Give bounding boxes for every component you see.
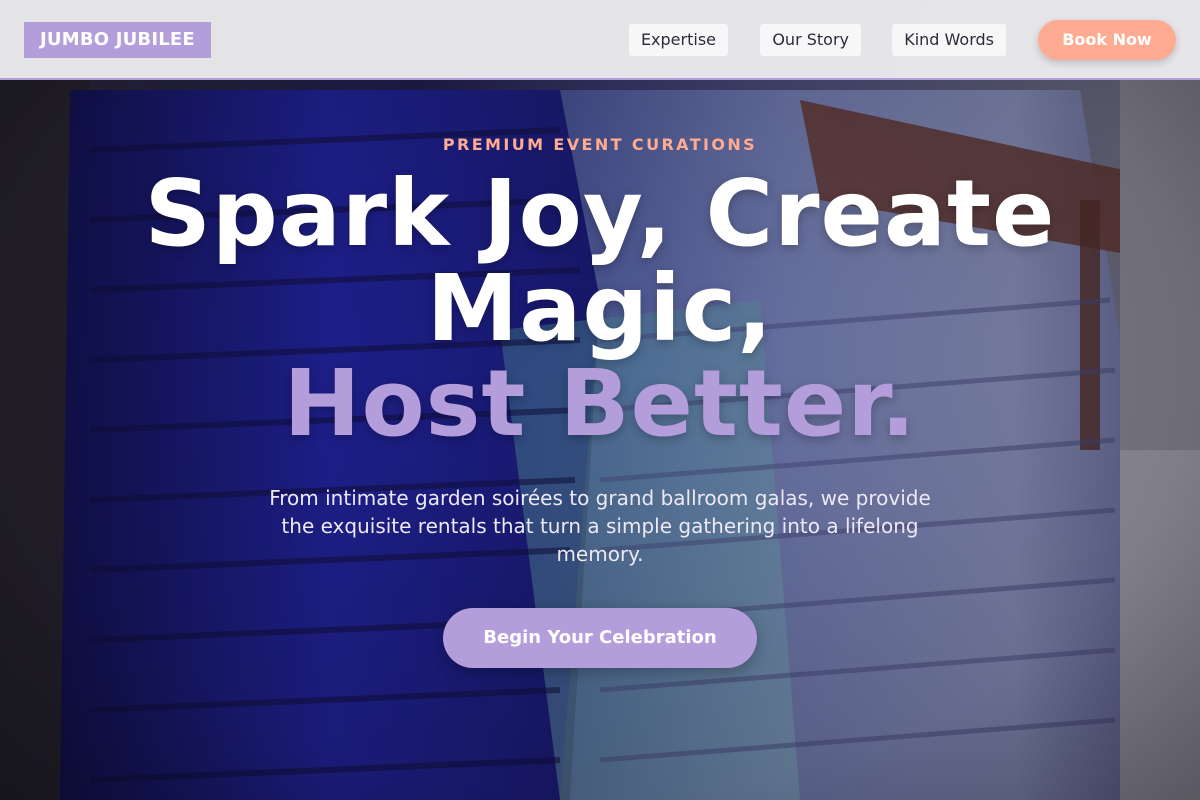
begin-celebration-button[interactable]: Begin Your Celebration xyxy=(443,608,757,668)
hero-eyebrow: PREMIUM EVENT CURATIONS xyxy=(442,135,758,154)
book-now-button[interactable]: Book Now xyxy=(1038,20,1176,60)
nav-link-expertise[interactable]: Expertise xyxy=(628,24,728,56)
headline-line-2: Magic, xyxy=(426,255,774,362)
logo[interactable]: JUMBO JUBILEE xyxy=(24,22,211,58)
hero-subtext: From intimate garden soirées to grand ba… xyxy=(269,486,931,566)
site-header: JUMBO JUBILEE Expertise Our Story Kind W… xyxy=(0,0,1200,80)
hero-headline: Spark Joy, Create Magic, Host Better. xyxy=(0,166,1200,451)
headline-accent: Host Better. xyxy=(283,350,917,457)
headline-line-1: Spark Joy, Create xyxy=(144,160,1056,267)
nav-link-kind-words[interactable]: Kind Words xyxy=(892,24,1006,56)
nav-link-our-story[interactable]: Our Story xyxy=(760,24,861,56)
